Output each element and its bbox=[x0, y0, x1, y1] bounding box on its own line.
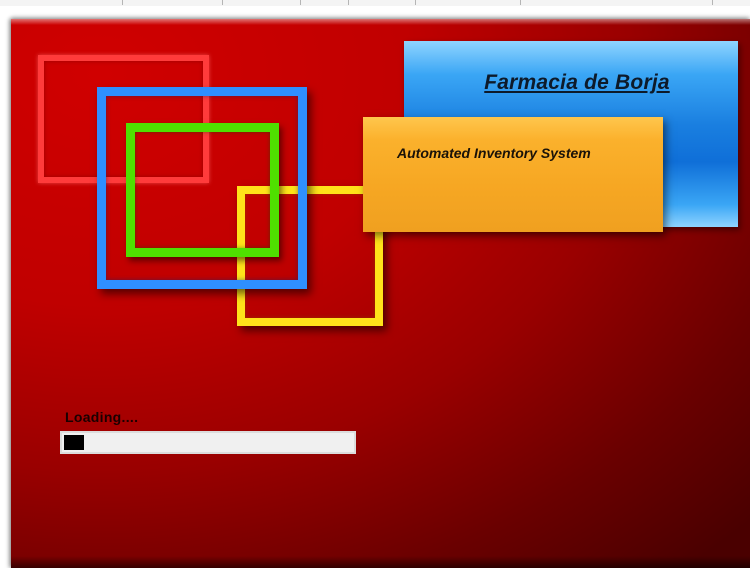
loading-label: Loading.... bbox=[65, 409, 139, 425]
strip-separator bbox=[122, 0, 123, 5]
loading-progress-fill bbox=[64, 435, 84, 450]
strip-separator bbox=[300, 0, 301, 5]
strip-separator bbox=[348, 0, 349, 5]
decorative-green-square bbox=[126, 123, 279, 257]
splash-screen: Farmacia de Borja Automated Inventory Sy… bbox=[11, 19, 750, 568]
strip-separator bbox=[222, 0, 223, 5]
app-title: Farmacia de Borja bbox=[484, 71, 670, 94]
loading-progress-bar bbox=[60, 431, 356, 454]
strip-separator bbox=[712, 0, 713, 5]
app-subtitle: Automated Inventory System bbox=[397, 145, 591, 161]
strip-separator bbox=[520, 0, 521, 5]
splash-window: Farmacia de Borja Automated Inventory Sy… bbox=[0, 6, 750, 568]
strip-separator bbox=[415, 0, 416, 5]
subtitle-panel: Automated Inventory System bbox=[363, 117, 663, 232]
